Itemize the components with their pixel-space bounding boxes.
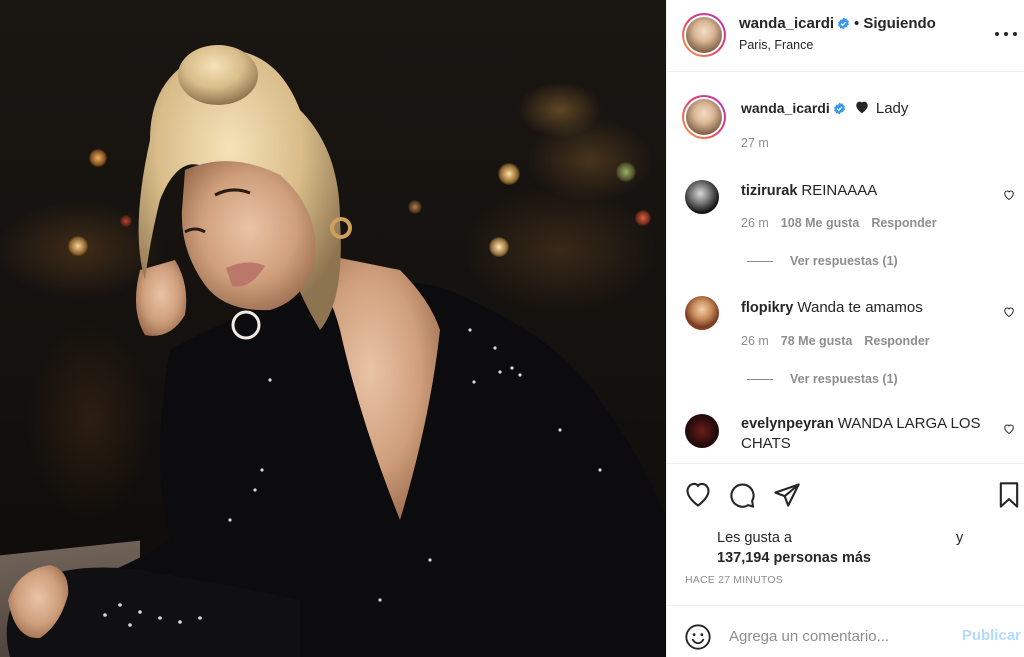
reply-button[interactable]: Responder (864, 334, 929, 348)
comment-avatar[interactable] (685, 180, 719, 214)
comment-meta: 26 m 78 Me gusta Responder (741, 334, 930, 348)
likes-prefix: Les gusta a (717, 530, 792, 546)
post-detail-panel: wanda_icardi • Siguiendo Paris, France wan… (666, 0, 1024, 657)
share-icon[interactable] (773, 481, 801, 509)
add-comment-bar: Publicar (667, 605, 1024, 657)
comment-username[interactable]: tizirurak (741, 183, 797, 199)
woman-figure (6, 45, 666, 657)
reply-button[interactable]: Responder (871, 216, 936, 230)
black-heart-emoji-icon (856, 101, 868, 114)
comment-username[interactable]: evelynpeyran (741, 416, 834, 432)
caption-time[interactable]: 27 m (741, 136, 769, 150)
caption-username[interactable]: wanda_icardi (741, 100, 830, 116)
comment-text: tizirurak REINAAAA (741, 181, 991, 201)
comment-time[interactable]: 26 m (741, 334, 769, 348)
comment-username[interactable]: flopikry (741, 300, 793, 316)
comment-body: Wanda te amamos (797, 299, 923, 316)
comment-text: evelynpeyran WANDA LARGA LOS CHATS (741, 414, 991, 454)
follow-status-button[interactable]: Siguiendo (863, 15, 936, 32)
likes-conjunction: y (956, 530, 964, 546)
emoji-icon[interactable] (684, 623, 712, 651)
comment-likes[interactable]: 108 Me gusta (781, 216, 860, 230)
more-options-icon[interactable] (995, 24, 1017, 44)
header-name-line: wanda_icardi • Siguiendo (739, 15, 936, 32)
post-timestamp[interactable]: HACE 27 MINUTOS (685, 574, 783, 586)
replies-divider (747, 261, 773, 263)
post-header: wanda_icardi • Siguiendo Paris, France (667, 0, 1024, 72)
view-replies-label: Ver respuestas (1) (790, 372, 898, 386)
comment-likes[interactable]: 78 Me gusta (781, 334, 853, 348)
comment-input[interactable] (729, 621, 949, 651)
caption-text: wanda_icardi Lady (741, 100, 908, 117)
comment-meta: 26 m 108 Me gusta Responder (741, 216, 937, 230)
comment-time[interactable]: 26 m (741, 216, 769, 230)
comment-icon[interactable] (728, 481, 756, 509)
comment-avatar[interactable] (685, 414, 719, 448)
comment-heart-icon[interactable] (1003, 306, 1015, 318)
likes-summary: Les gusta a y 137,194 personas más (717, 528, 963, 568)
comment-heart-icon[interactable] (1003, 423, 1015, 435)
heart-icon[interactable] (684, 481, 712, 509)
comment-heart-icon[interactable] (1003, 189, 1015, 201)
comment-text: flopikry Wanda te amamos (741, 298, 991, 318)
post-actions: Les gusta a y 137,194 personas más HACE … (667, 463, 1024, 603)
view-replies-button[interactable]: Ver respuestas (1) (747, 372, 898, 386)
separator-dot: • (854, 15, 860, 32)
view-replies-button[interactable]: Ver respuestas (1) (747, 254, 898, 268)
header-username[interactable]: wanda_icardi (739, 15, 834, 32)
location-link[interactable]: Paris, France (739, 38, 813, 52)
post-photo[interactable] (0, 0, 666, 657)
bookmark-icon[interactable] (995, 481, 1023, 509)
publish-button[interactable]: Publicar (962, 627, 1021, 644)
comment-body: REINAAAA (801, 182, 878, 199)
likes-count[interactable]: 137,194 personas más (717, 548, 871, 568)
caption-avatar[interactable] (682, 95, 726, 139)
verified-badge-icon (838, 17, 849, 30)
verified-badge-icon (833, 102, 845, 115)
comment-avatar[interactable] (685, 296, 719, 330)
avatar[interactable] (682, 13, 726, 57)
replies-divider (747, 379, 773, 381)
caption-body: Lady (875, 100, 909, 117)
comments-list[interactable]: wanda_icardi Lady 27 m tizirurak REINAAAA… (667, 73, 1024, 463)
view-replies-label: Ver respuestas (1) (790, 254, 898, 268)
